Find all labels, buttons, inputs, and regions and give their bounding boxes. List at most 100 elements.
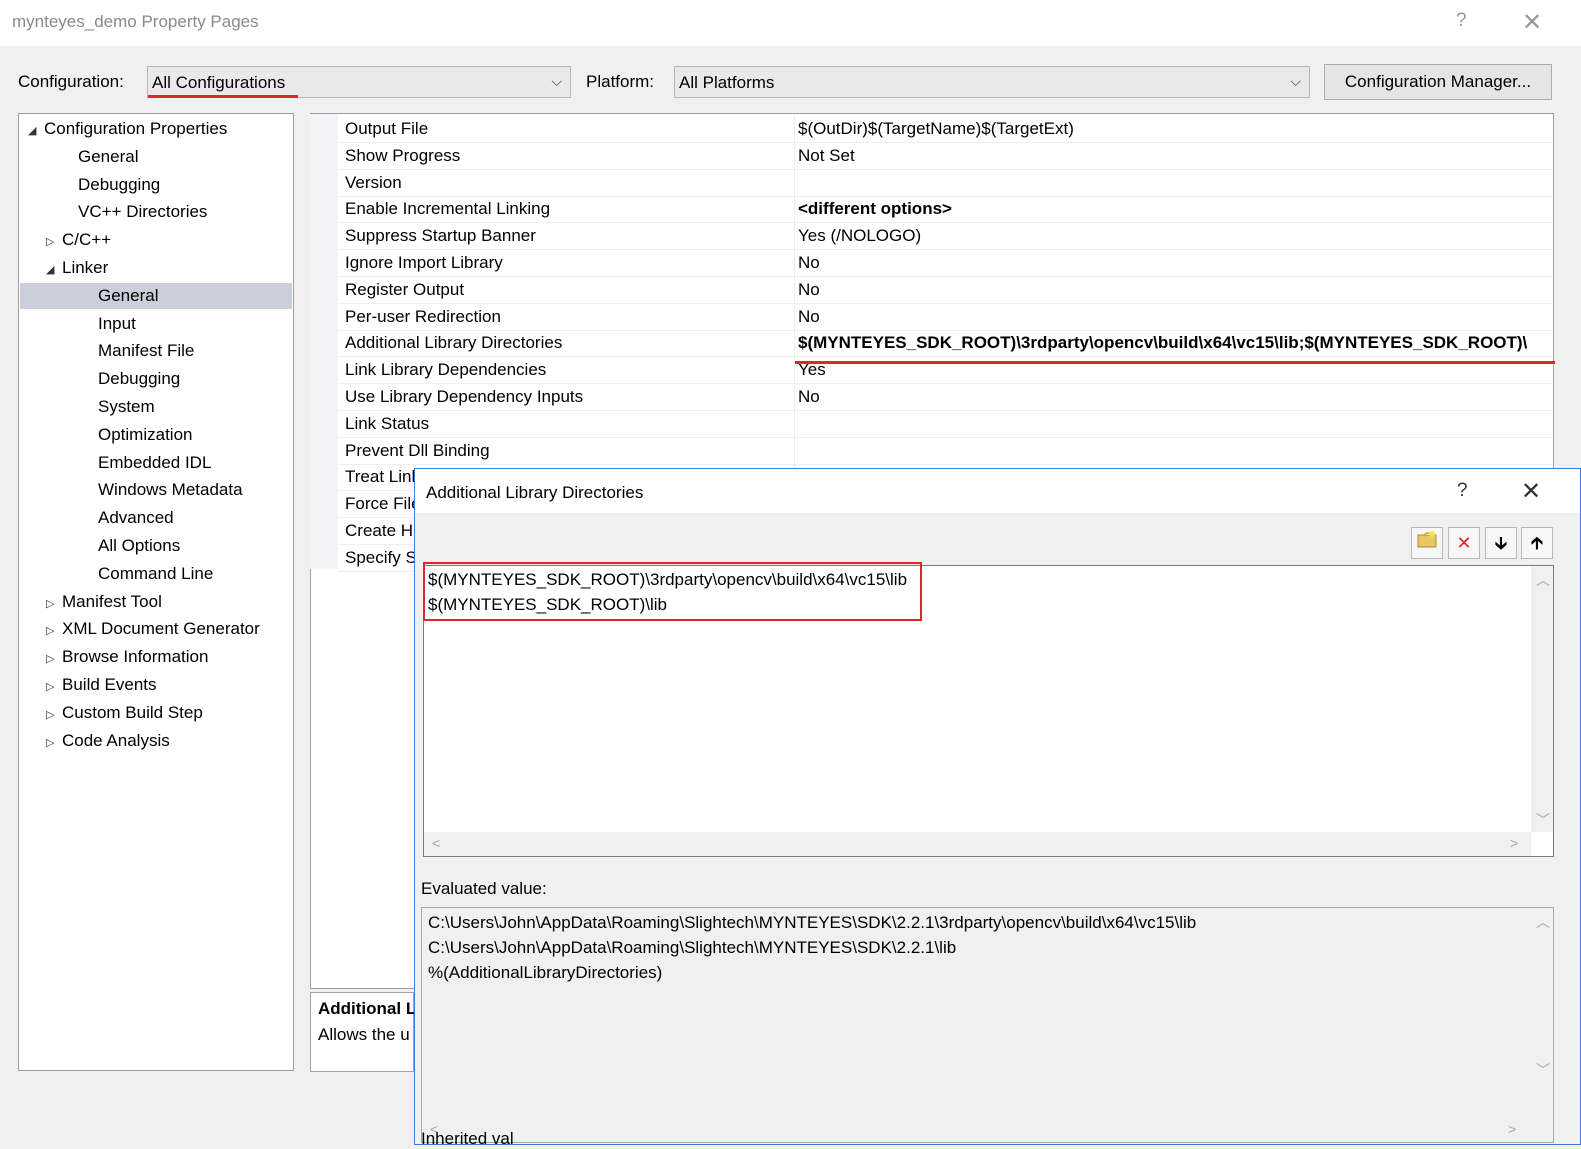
property-row[interactable]: Enable Incremental Linking <different opt…	[338, 196, 1553, 224]
tree-item[interactable]: ▷ Custom Build Step	[20, 700, 292, 726]
property-row[interactable]: Link Status	[338, 410, 1553, 438]
new-line-button[interactable]	[1411, 527, 1443, 559]
close-icon[interactable]: ✕	[1522, 8, 1542, 37]
configuration-select[interactable]: All Configurations ⌵	[147, 66, 571, 98]
value-highlight	[795, 361, 1555, 364]
evaluated-value-box: C:\Users\John\AppData\Roaming\Slightech\…	[421, 907, 1554, 1143]
property-row[interactable]: Use Library Dependency Inputs No	[338, 384, 1553, 411]
property-value[interactable]: No	[798, 384, 1553, 410]
property-value[interactable]: $(MYNTEYES_SDK_ROOT)\3rdparty\opencv\bui…	[798, 330, 1553, 356]
vertical-scrollbar[interactable]: ︿ ﹀	[1531, 566, 1553, 832]
tree-item[interactable]: Windows Metadata	[20, 477, 292, 503]
expander-icon[interactable]: ▷	[46, 730, 62, 756]
tree-item[interactable]: ▷ Manifest Tool	[20, 589, 292, 615]
chevron-down-icon: ⌵	[551, 73, 562, 89]
tree-item[interactable]: ◢ Linker	[20, 255, 292, 281]
vertical-scrollbar[interactable]: ︿ ﹀	[1531, 908, 1553, 1120]
property-row[interactable]: Output File $(OutDir)$(TargetName)$(Targe…	[338, 116, 1553, 143]
move-down-button[interactable]: 🡳	[1485, 527, 1517, 559]
move-up-button[interactable]: 🡱	[1521, 527, 1553, 559]
additional-library-directories-dialog: Additional Library Directories ? ✕ ✕ 🡳 🡱…	[414, 468, 1581, 1148]
property-row[interactable]: Per-user Redirection No	[338, 303, 1553, 331]
tree-item[interactable]: Manifest File	[20, 338, 292, 364]
tree-item[interactable]: Optimization	[20, 422, 292, 448]
scroll-left-icon[interactable]: <	[432, 835, 440, 851]
property-value[interactable]: No	[798, 250, 1553, 276]
property-row[interactable]: Show Progress Not Set	[338, 142, 1553, 170]
scroll-down-icon[interactable]: ﹀	[1536, 1060, 1550, 1080]
tree-item[interactable]: Debugging	[20, 366, 292, 392]
scroll-up-icon[interactable]: ︿	[1536, 912, 1550, 932]
property-row[interactable]: Prevent Dll Binding	[338, 437, 1553, 465]
tree-item[interactable]: ▷ Browse Information	[20, 644, 292, 670]
property-value[interactable]: Yes (/NOLOGO)	[798, 223, 1553, 249]
help-icon[interactable]: ?	[1456, 10, 1467, 32]
property-value[interactable]: $(OutDir)$(TargetName)$(TargetExt)	[798, 116, 1553, 142]
tree-item[interactable]: ▷ XML Document Generator	[20, 616, 292, 642]
tree-item-label: All Options	[98, 536, 181, 555]
expander-icon[interactable]: ▷	[46, 591, 62, 617]
help-icon[interactable]: ?	[1457, 480, 1468, 502]
delete-line-button[interactable]: ✕	[1448, 527, 1480, 559]
tree-item[interactable]: ▷ C/C++	[20, 227, 292, 253]
expander-icon[interactable]: ▷	[46, 674, 62, 700]
property-value[interactable]: <different options>	[798, 196, 1553, 222]
expander-icon[interactable]: ▷	[46, 618, 62, 644]
evaluated-line: %(AdditionalLibraryDirectories)	[428, 963, 663, 982]
expander-icon[interactable]: ▷	[46, 229, 62, 255]
tree-item[interactable]: VC++ Directories	[20, 199, 292, 225]
property-row[interactable]: Version	[338, 169, 1553, 197]
property-value[interactable]: Not Set	[798, 143, 1553, 169]
tree-item-label: Browse Information	[62, 647, 209, 667]
tree-item-label: Configuration Properties	[44, 119, 228, 138]
horizontal-scrollbar[interactable]: < >	[422, 1118, 1531, 1142]
property-row[interactable]: Register Output No	[338, 276, 1553, 304]
new-folder-icon	[1417, 531, 1437, 548]
column-separator	[794, 116, 795, 142]
property-row[interactable]: Suppress Startup Banner Yes (/NOLOGO)	[338, 223, 1553, 251]
category-tree[interactable]: ◢ Configuration Properties General Debuggin…	[18, 113, 294, 1071]
tree-item-label: Manifest Tool	[62, 591, 162, 611]
scroll-right-icon[interactable]: >	[1508, 1121, 1516, 1137]
tree-item[interactable]: ▷ Code Analysis	[20, 728, 292, 754]
property-name: Prevent Dll Binding	[345, 440, 490, 460]
expander-icon[interactable]: ▷	[46, 702, 62, 728]
scroll-down-icon[interactable]: ﹀	[1536, 810, 1550, 830]
close-icon[interactable]: ✕	[1521, 477, 1541, 506]
property-value[interactable]: No	[798, 277, 1553, 303]
tree-item-label: Custom Build Step	[62, 702, 203, 722]
configuration-manager-button[interactable]: Configuration Manager...	[1324, 64, 1552, 100]
tree-item[interactable]: General	[20, 282, 292, 309]
tree-item-label: Manifest File	[98, 341, 195, 361]
delete-icon: ✕	[1456, 533, 1472, 553]
property-row[interactable]: Ignore Import Library No	[338, 250, 1553, 277]
tree-item[interactable]: Advanced	[20, 505, 292, 531]
tree-item[interactable]: Input	[20, 311, 292, 337]
property-value[interactable]: No	[798, 304, 1553, 330]
scroll-right-icon[interactable]: >	[1510, 835, 1518, 851]
horizontal-scrollbar[interactable]: < >	[424, 832, 1531, 856]
property-row[interactable]: Additional Library Directories $(MYNTEYES…	[338, 330, 1553, 358]
column-separator	[794, 276, 795, 303]
tree-item[interactable]: All Options	[20, 533, 292, 559]
tree-item-label: Build Events	[62, 675, 157, 694]
tree-item[interactable]: General	[20, 144, 292, 170]
scroll-up-icon[interactable]: ︿	[1536, 570, 1550, 590]
tree-item[interactable]: System	[20, 394, 292, 420]
expander-icon[interactable]: ▷	[46, 646, 62, 672]
property-name: Output File	[345, 119, 429, 138]
column-separator	[794, 196, 795, 223]
expander-icon[interactable]: ◢	[28, 118, 44, 144]
grid-gutter	[310, 114, 338, 569]
tree-item[interactable]: ▷ Build Events	[20, 672, 292, 698]
tree-item[interactable]: Debugging	[20, 172, 292, 198]
tree-item[interactable]: Command Line	[20, 561, 292, 587]
tree-item-label: System	[98, 397, 155, 416]
expander-icon[interactable]: ◢	[46, 257, 62, 283]
tree-item[interactable]: ◢ Configuration Properties	[20, 116, 292, 142]
property-name: Register Output	[345, 279, 465, 299]
window-title-bar: mynteyes_demo Property Pages ? ✕	[0, 0, 1581, 46]
platform-select[interactable]: All Platforms ⌵	[674, 66, 1310, 98]
configuration-value: All Configurations	[152, 73, 286, 92]
tree-item[interactable]: Embedded IDL	[20, 450, 292, 476]
